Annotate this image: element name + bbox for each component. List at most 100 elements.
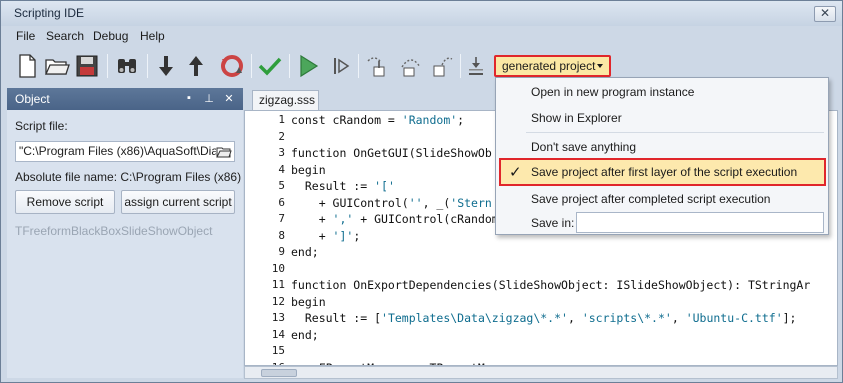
code-line: begin (291, 295, 326, 309)
line-number: 5 (278, 179, 285, 192)
tab-zigzag-sss[interactable]: zigzag.sss (252, 90, 319, 110)
step-into-icon[interactable] (363, 52, 391, 80)
scripting-ide-window: Scripting IDE ✕ File Search Debug Help g… (0, 0, 843, 383)
line-number: 3 (278, 146, 285, 159)
toolbar-separator (358, 54, 359, 78)
code-line: Result := '[' (291, 179, 395, 193)
chevron-down-icon (597, 64, 603, 68)
menu-item-open-new-instance[interactable]: Open in new program instance (531, 85, 694, 99)
step-over-icon[interactable] (397, 52, 425, 80)
line-number: 2 (278, 129, 285, 143)
save-icon[interactable] (73, 52, 101, 80)
string-literal: 'Ubuntu-C.ttf' (685, 311, 783, 325)
generated-project-label: generated project (502, 59, 596, 73)
object-panel-header: Object ▪ ⊥ ✕ (7, 88, 243, 110)
code-line: begin (291, 163, 326, 177)
object-type-label: TFreeformBlackBoxSlideShowObject (15, 224, 213, 238)
code-token: function OnExportDependencies(SlideShowO… (291, 278, 811, 292)
toolbar-separator (289, 54, 290, 78)
assign-current-script-button[interactable]: assign current script (121, 190, 235, 214)
menu-item-save-after-completed[interactable]: Save project after completed script exec… (531, 192, 770, 206)
code-token: const cRandom = (291, 113, 402, 127)
save-in-input[interactable] (576, 212, 824, 233)
line-number: 13 (271, 311, 285, 324)
code-token: + GUIControl(cRandom (353, 212, 499, 226)
close-button[interactable]: ✕ (814, 6, 836, 22)
code-line: + ',' + GUIControl(cRandom (291, 212, 499, 226)
new-file-icon[interactable] (13, 52, 41, 80)
menu-item-show-in-explorer[interactable]: Show in Explorer (531, 111, 622, 125)
code-line: + ']'; (291, 228, 361, 243)
find-icon[interactable] (113, 52, 141, 80)
code-token: function OnGetGUI(SlideShowOb (291, 146, 492, 160)
string-literal: '[' (374, 179, 395, 193)
menu-item-dont-save[interactable]: Don't save anything (531, 140, 636, 154)
browse-folder-icon[interactable] (216, 144, 232, 159)
menu-help[interactable]: Help (140, 29, 165, 43)
line-number: 12 (271, 294, 285, 308)
remove-script-button[interactable]: Remove script (15, 190, 115, 214)
step-out-icon[interactable] (429, 52, 457, 80)
horizontal-scrollbar[interactable] (244, 366, 838, 379)
refresh-icon[interactable] (218, 52, 246, 80)
move-up-icon[interactable] (182, 52, 210, 80)
code-token: ]; (782, 311, 797, 325)
code-line: end; (291, 245, 319, 259)
code-token: ; (457, 113, 465, 127)
step-run-icon[interactable] (327, 52, 355, 80)
code-token: , _( (422, 195, 451, 210)
close-icon[interactable]: ✕ (223, 92, 235, 105)
script-file-input[interactable]: "C:\Program Files (x86)\AquaSoft\DiaSh (15, 141, 235, 162)
run-icon[interactable] (294, 52, 322, 80)
checkmark-icon: ✓ (509, 164, 522, 181)
window-position-icon[interactable]: ▪ (183, 92, 195, 104)
line-number: 9 (278, 245, 285, 258)
line-number: 11 (271, 278, 285, 291)
toolbar-separator (460, 54, 461, 78)
code-token: ; (353, 228, 361, 243)
object-panel-title: Object (15, 92, 50, 106)
line-number: 7 (278, 212, 285, 225)
line-number: 6 (278, 195, 285, 209)
move-down-icon[interactable] (152, 52, 180, 80)
line-number-gutter: 12345678910111213141516 (245, 111, 289, 365)
menu-separator (526, 132, 824, 133)
open-folder-icon[interactable] (43, 52, 71, 80)
code-token: , (567, 311, 582, 325)
string-literal: ',' (332, 212, 354, 226)
absolute-file-name: Absolute file name: C:\Program Files (x8… (15, 170, 241, 184)
scrollbar-thumb[interactable] (261, 369, 297, 377)
line-number: 10 (271, 261, 285, 275)
code-token: Result := [ (291, 311, 382, 325)
code-line: + GUIControl('', _('Stern (291, 196, 492, 210)
menu-bar: File Search Debug Help (1, 26, 842, 46)
menu-search[interactable]: Search (46, 29, 84, 43)
line-number: 8 (278, 228, 285, 242)
menu-debug[interactable]: Debug (93, 29, 128, 43)
object-panel: Object ▪ ⊥ ✕ Script file: "C:\Program Fi… (7, 88, 243, 378)
generated-project-menu: Open in new program instance Show in Exp… (495, 77, 829, 235)
window-title: Scripting IDE (14, 6, 85, 20)
save-in-label: Save in: (531, 216, 575, 230)
code-token: , (671, 311, 686, 325)
check-icon[interactable] (256, 52, 284, 80)
code-line: end; (291, 328, 319, 342)
code-token: begin (291, 294, 326, 309)
string-literal: '' (408, 195, 423, 210)
generated-project-button[interactable]: generated project (494, 55, 611, 77)
toolbar-separator (251, 54, 252, 78)
run-to-cursor-icon[interactable] (464, 52, 492, 80)
menu-file[interactable]: File (16, 29, 35, 43)
menu-item-save-after-first-layer[interactable]: ✓ Save project after first layer of the … (499, 158, 826, 186)
pin-icon[interactable]: ⊥ (203, 92, 215, 105)
code-line: const cRandom = 'Random'; (291, 113, 464, 127)
line-number: 4 (278, 162, 285, 176)
string-literal: 'Templates\Data\zigzag\*.*' (381, 311, 568, 325)
line-number: 15 (271, 344, 285, 357)
toolbar-separator (107, 54, 108, 78)
string-literal: ']' (332, 228, 354, 243)
code-token: + (291, 228, 333, 243)
script-file-value: "C:\Program Files (x86)\AquaSoft\DiaSh (19, 144, 233, 158)
code-token: end; (291, 245, 319, 259)
menu-item-save-after-first-layer-label: Save project after first layer of the sc… (531, 165, 798, 179)
